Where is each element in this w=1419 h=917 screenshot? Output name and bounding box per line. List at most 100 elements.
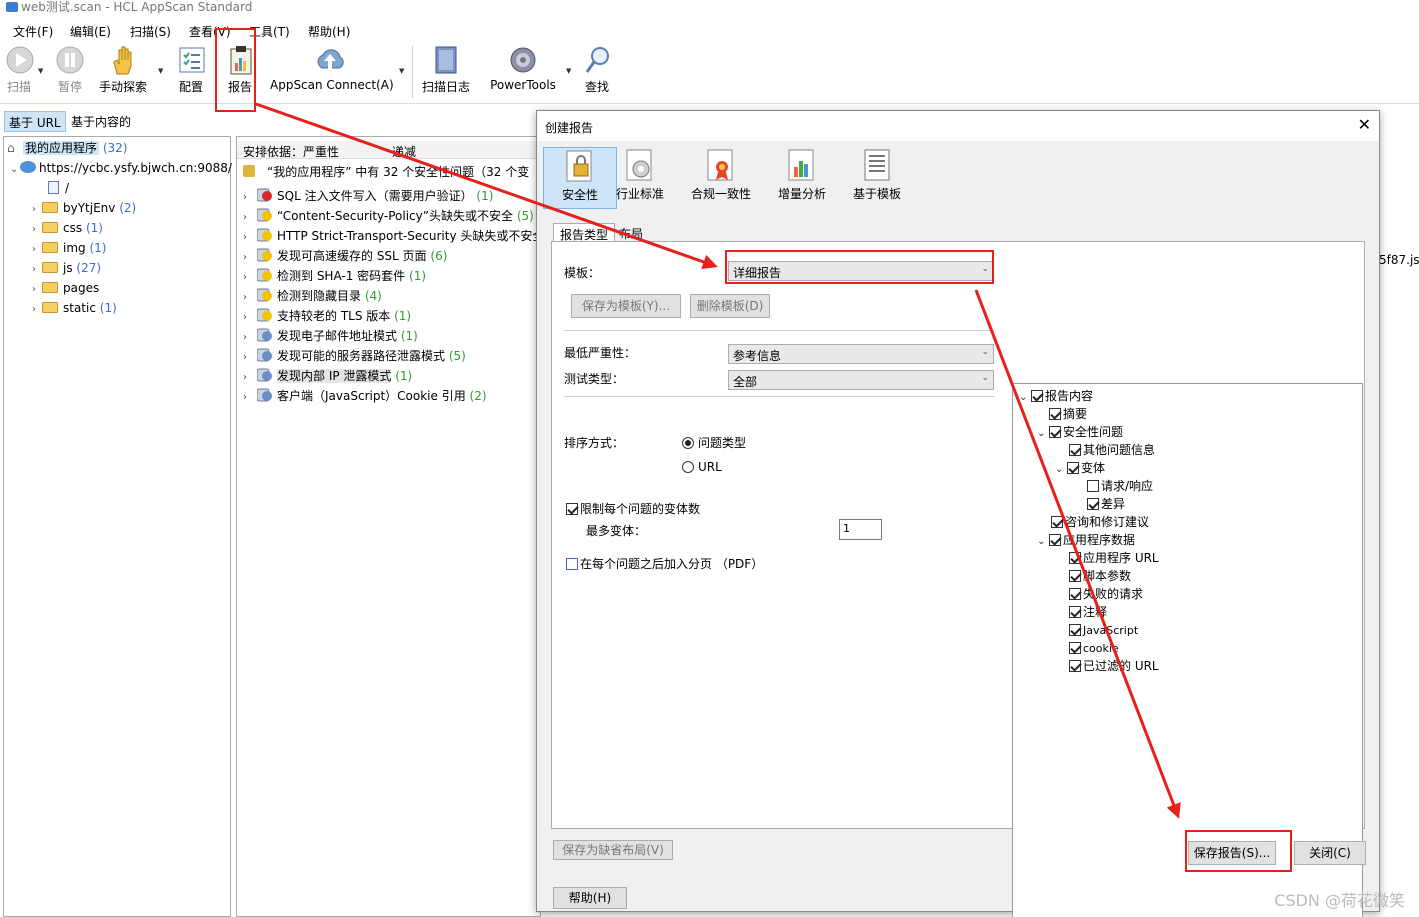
compliance-ribbon-icon xyxy=(706,149,736,181)
issue-row[interactable]: › 检测到 SHA-1 密码套件 (1) xyxy=(243,267,426,285)
tree-folder-js[interactable]: › js (27) xyxy=(32,259,101,277)
expand-chevron-icon[interactable]: › xyxy=(243,309,257,327)
issue-row[interactable]: › 客户端（JavaScript）Cookie 引用 (2) xyxy=(243,387,487,405)
tab-layout[interactable]: 布局 xyxy=(619,225,643,242)
max-variants-input[interactable]: 1 xyxy=(839,519,882,540)
expand-chevron-icon[interactable]: › xyxy=(243,269,257,287)
issue-row[interactable]: › 发现电子邮件地址模式 (1) xyxy=(243,327,418,345)
delete-template-button[interactable]: 删除模板(D) xyxy=(690,294,770,318)
help-button[interactable]: 帮助(H) xyxy=(553,887,627,909)
tab-report-type[interactable]: 报告类型 xyxy=(553,223,616,243)
category-delta-analysis[interactable]: 增量分析 xyxy=(765,147,839,209)
issue-row[interactable]: › 发现可能的服务器路径泄露模式 (5) xyxy=(243,347,466,365)
tab-content-based[interactable]: 基于内容的 xyxy=(67,111,135,132)
expand-chevron-icon[interactable]: › xyxy=(243,369,257,387)
issue-row[interactable]: › 检测到隐藏目录 (4) xyxy=(243,287,382,305)
expand-chevron-icon[interactable]: › xyxy=(243,329,257,347)
sort-order-label[interactable]: 递减 xyxy=(392,143,416,160)
tree-node-script-params[interactable]: 脚本参数 xyxy=(1069,568,1131,584)
issue-row[interactable]: › HTTP Strict-Transport-Security 头缺失或不安全 xyxy=(243,227,540,247)
menu-file[interactable]: 文件(F) xyxy=(13,23,53,40)
tree-node-variants[interactable]: ⌄ 变体 xyxy=(1055,460,1105,476)
sort-by-label[interactable]: 安排依据：严重性 xyxy=(243,143,339,160)
tree-node-cookie[interactable]: cookie xyxy=(1069,640,1119,656)
severity-low-icon xyxy=(256,268,273,282)
scan-dropdown-icon[interactable]: ▼ xyxy=(38,67,43,75)
issue-label: 发现电子邮件地址模式 xyxy=(277,329,398,343)
issue-count: (1) xyxy=(400,329,418,343)
expand-chevron-icon[interactable]: › xyxy=(32,221,42,239)
folder-icon xyxy=(42,222,58,233)
pause-button[interactable]: 暂停 xyxy=(54,44,86,95)
limit-variants-checkbox[interactable]: 限制每个问题的变体数 xyxy=(566,500,700,517)
expand-chevron-icon[interactable]: › xyxy=(243,189,257,207)
tree-host-node[interactable]: ⌄ https://ycbc.ysfy.bjwch.cn:9088/ xyxy=(10,159,232,177)
tree-node-summary[interactable]: 摘要 xyxy=(1049,406,1087,422)
scan-log-button[interactable]: 扫描日志 xyxy=(421,44,471,95)
sort-by-issue-type-radio[interactable]: 问题类型 xyxy=(682,434,746,451)
severity-info-icon xyxy=(256,368,273,382)
issue-row[interactable]: › SQL 注入文件写入（需要用户验证） (1) xyxy=(243,187,493,205)
tree-slash-node[interactable]: / xyxy=(48,179,69,197)
expand-chevron-icon[interactable]: › xyxy=(243,209,257,227)
powertools-dropdown-icon[interactable]: ▼ xyxy=(566,67,571,75)
tree-folder-static[interactable]: › static (1) xyxy=(32,299,117,317)
tree-folder-pages[interactable]: › pages xyxy=(32,279,99,297)
tab-url-based[interactable]: 基于 URL xyxy=(4,111,66,132)
category-compliance[interactable]: 合规一致性 xyxy=(684,147,758,209)
tree-node-other-info[interactable]: 其他问题信息 xyxy=(1069,442,1155,458)
tree-node-security-issues[interactable]: ⌄ 安全性问题 xyxy=(1037,424,1123,440)
expand-chevron-icon[interactable]: › xyxy=(243,349,257,367)
menu-edit[interactable]: 编辑(E) xyxy=(70,23,111,40)
find-button[interactable]: 查找 xyxy=(582,44,612,95)
expand-chevron-icon[interactable]: › xyxy=(32,301,42,319)
category-template-based[interactable]: 基于模板 xyxy=(840,147,914,209)
min-severity-select[interactable]: 参考信息 ⌄ xyxy=(728,344,994,364)
config-button[interactable]: 配置 xyxy=(176,44,206,95)
tree-node-comments[interactable]: 注释 xyxy=(1069,604,1107,620)
tree-node-javascript[interactable]: JavaScript xyxy=(1069,622,1138,638)
tree-folder-byytjenv[interactable]: › byYtjEnv (2) xyxy=(32,199,136,217)
tree-node-app-data[interactable]: ⌄ 应用程序数据 xyxy=(1037,532,1135,548)
issue-row[interactable]: › 发现可高速缓存的 SSL 页面 (6) xyxy=(243,247,447,265)
sort-by-url-radio[interactable]: URL xyxy=(682,460,722,474)
expand-chevron-icon[interactable]: › xyxy=(243,289,257,307)
tree-node-failed-requests[interactable]: 失败的请求 xyxy=(1069,586,1143,602)
issue-row[interactable]: › 发现内部 IP 泄露模式 (1) xyxy=(243,367,412,385)
tree-node-report-content[interactable]: ⌄ 报告内容 xyxy=(1019,388,1093,404)
expand-chevron-icon[interactable]: › xyxy=(243,389,257,407)
connect-dropdown-icon[interactable]: ▼ xyxy=(399,67,404,75)
appscan-connect-button[interactable]: AppScan Connect(A) xyxy=(270,44,394,92)
menu-scan[interactable]: 扫描(S) xyxy=(130,23,171,40)
test-type-select[interactable]: 全部 ⌄ xyxy=(728,370,994,390)
powertools-button[interactable]: PowerTools xyxy=(488,44,558,92)
expand-chevron-icon[interactable]: › xyxy=(32,261,42,279)
tree-node-advisory[interactable]: 咨询和修订建议 xyxy=(1051,514,1149,530)
menu-help[interactable]: 帮助(H) xyxy=(308,23,350,40)
expand-chevron-icon[interactable]: › xyxy=(243,249,257,267)
issue-row[interactable]: › 支持较老的 TLS 版本 (1) xyxy=(243,307,411,325)
category-industry-standard[interactable]: 行业标准 xyxy=(603,147,677,209)
tree-node-app-url[interactable]: 应用程序 URL xyxy=(1069,550,1159,566)
explore-dropdown-icon[interactable]: ▼ xyxy=(158,67,163,75)
save-default-layout-button[interactable]: 保存为缺省布局(V) xyxy=(553,840,673,860)
tree-root-my-app[interactable]: ⌂ 我的应用程序 (32) xyxy=(7,139,127,157)
expand-chevron-icon[interactable]: › xyxy=(32,201,42,219)
tree-node-request-response[interactable]: 请求/响应 xyxy=(1087,478,1153,494)
collapse-chevron-icon[interactable]: ⌄ xyxy=(10,161,20,179)
expand-chevron-icon[interactable]: › xyxy=(32,281,42,299)
page-break-checkbox[interactable]: 在每个问题之后加入分页 （PDF） xyxy=(566,555,763,572)
tree-folder-css[interactable]: › css (1) xyxy=(32,219,103,237)
tree-node-filtered-url[interactable]: 已过滤的 URL xyxy=(1069,658,1159,674)
tree-node-diff[interactable]: 差异 xyxy=(1087,496,1125,512)
tree-folder-img[interactable]: › img (1) xyxy=(32,239,106,257)
test-type-label: 测试类型： xyxy=(564,372,625,386)
manual-explore-button[interactable]: 手动探索 xyxy=(96,44,150,95)
close-icon[interactable]: ✕ xyxy=(1358,115,1371,134)
scan-button[interactable]: 扫描 xyxy=(4,44,34,95)
save-template-button[interactable]: 保存为模板(Y)... xyxy=(571,294,681,318)
issue-row[interactable]: › “Content-Security-Policy”头缺失或不安全 (5) xyxy=(243,207,534,225)
close-button[interactable]: 关闭(C) xyxy=(1294,841,1366,865)
expand-chevron-icon[interactable]: › xyxy=(243,229,257,247)
expand-chevron-icon[interactable]: › xyxy=(32,241,42,259)
